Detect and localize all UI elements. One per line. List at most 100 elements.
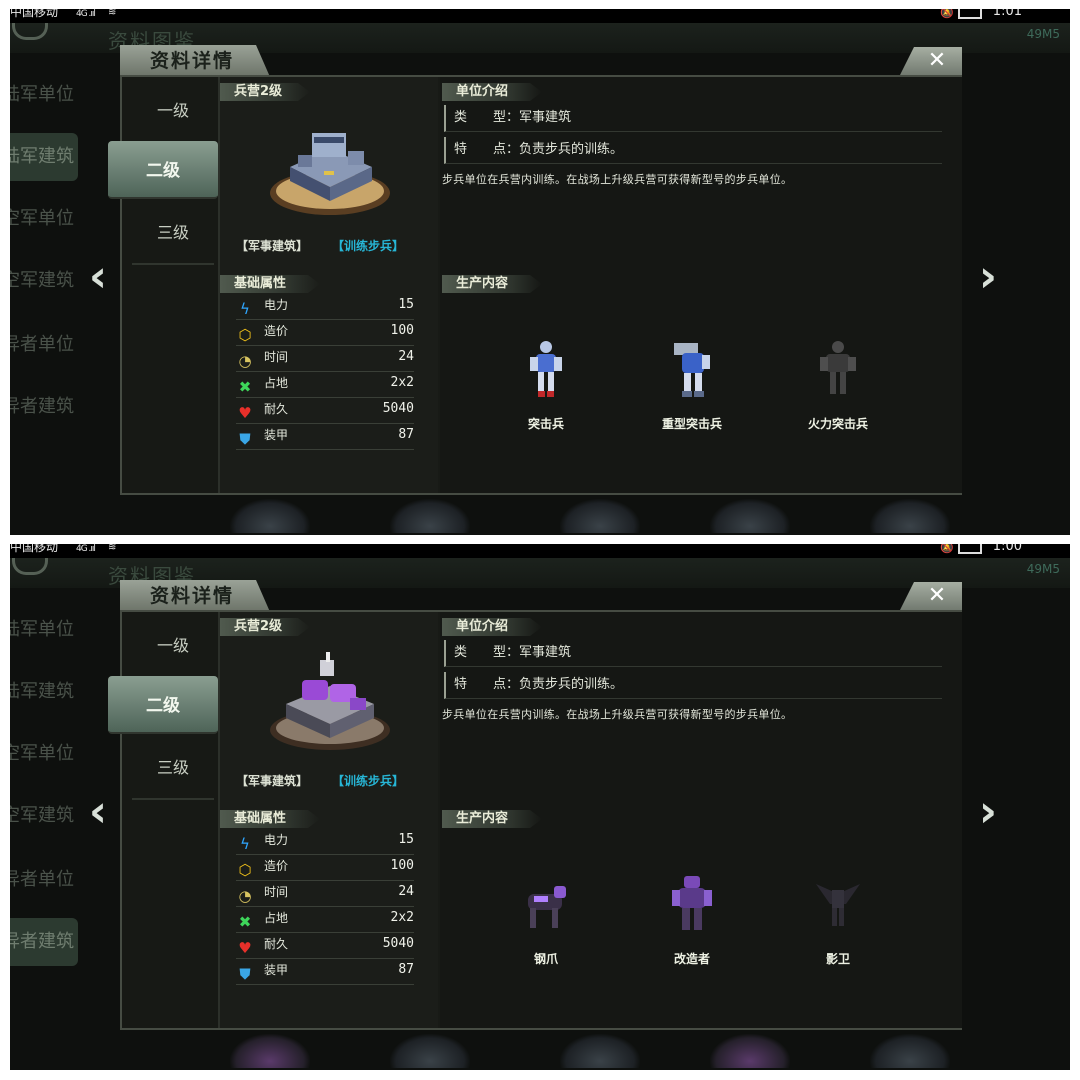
attr-value: 15 bbox=[398, 297, 414, 312]
carrier-label: 中国移动 bbox=[10, 9, 59, 19]
unit-name: 突击兵 bbox=[527, 417, 564, 431]
sidebar-item-army-buildings[interactable]: 陆军建筑 bbox=[10, 133, 78, 181]
attr-row-durability: ♥ 耐久 5040 bbox=[236, 934, 414, 959]
sidebar-item-air-units[interactable]: 空军单位 bbox=[10, 195, 78, 243]
sidebar-item-air-units[interactable]: 空军单位 bbox=[10, 730, 78, 778]
clock-icon: ◔ bbox=[238, 352, 252, 370]
unit-image bbox=[820, 341, 856, 394]
attr-label: 时间 bbox=[264, 350, 289, 364]
attr-label: 装甲 bbox=[264, 428, 289, 442]
unit-name: 重型突击兵 bbox=[661, 417, 722, 431]
battery-icon bbox=[958, 544, 982, 554]
attr-label: 耐久 bbox=[264, 937, 289, 951]
attr-value: 100 bbox=[390, 858, 414, 873]
background-building-thumbnail[interactable] bbox=[390, 499, 470, 533]
next-arrow-icon[interactable]: › bbox=[968, 790, 1008, 834]
close-button[interactable]: ✕ bbox=[900, 47, 962, 75]
produced-unit[interactable]: 钢爪 bbox=[486, 874, 606, 984]
shield-icon: ⛊ bbox=[239, 965, 251, 983]
unit-image bbox=[816, 884, 860, 926]
attr-label: 电力 bbox=[264, 298, 289, 312]
dialog-title: 资料详情 bbox=[120, 45, 270, 77]
attr-value: 24 bbox=[398, 349, 414, 364]
prev-arrow-icon[interactable]: ‹ bbox=[78, 790, 118, 834]
unit-description: 步兵单位在兵营内训练。在战场上升级兵营可获得新型号的步兵单位。 bbox=[442, 708, 793, 721]
mute-icon: 🔕 bbox=[940, 544, 954, 554]
unit-intro-column: 单位介绍 类 型：军事建筑 特 点：负责步兵的训练。 步兵单位在兵营内训练。在战… bbox=[440, 77, 962, 493]
attr-label: 占地 bbox=[264, 376, 289, 390]
attr-row-cost: ⬡ 造价 100 bbox=[236, 321, 414, 346]
produced-unit[interactable]: 影卫 bbox=[778, 874, 898, 984]
tab-tier-3[interactable]: 三级 bbox=[132, 203, 214, 265]
produced-unit[interactable]: 火力突击兵 bbox=[778, 339, 898, 449]
attr-label: 造价 bbox=[264, 859, 289, 873]
background-building-thumbnail[interactable] bbox=[230, 1034, 310, 1068]
feature-line: 特 点：负责步兵的训练。 bbox=[444, 672, 942, 699]
background-building-thumbnail[interactable] bbox=[560, 1034, 640, 1068]
background-building-thumbnail[interactable] bbox=[870, 1034, 950, 1068]
attr-value: 15 bbox=[398, 832, 414, 847]
unit-image bbox=[528, 886, 566, 928]
attr-row-power: ϟ 电力 15 bbox=[236, 295, 414, 320]
unit-image bbox=[672, 876, 712, 930]
wifi-icon: ≋ bbox=[108, 544, 117, 553]
attr-label: 电力 bbox=[264, 833, 289, 847]
footprint-icon: ✖ bbox=[238, 378, 252, 396]
sidebar-item-alien-units[interactable]: 异者单位 bbox=[10, 321, 78, 369]
signal-indicator: 4G .ııl bbox=[76, 544, 96, 554]
dialog-body: 一级 二级 三级 兵营2级 【军事建筑】 【训练步兵】 基础属性 ϟ 电力 15… bbox=[108, 610, 962, 1030]
background-building-thumbnail[interactable] bbox=[710, 1034, 790, 1068]
shield-icon: ⛊ bbox=[239, 430, 251, 448]
sidebar-item-army-units[interactable]: 陆军单位 bbox=[10, 606, 78, 654]
attr-row-time: ◔ 时间 24 bbox=[236, 882, 414, 907]
attributes-header: 基础属性 bbox=[220, 810, 320, 828]
produced-unit[interactable]: 重型突击兵 bbox=[632, 339, 752, 449]
screenshot-1: 中国移动 4G .ııl ≋ 🔕 1:01 资料图鉴 49M5 陆军单位 陆军建… bbox=[10, 9, 1070, 535]
sidebar-item-air-buildings[interactable]: 空军建筑 bbox=[10, 792, 78, 840]
sidebar-item-alien-buildings[interactable]: 异者建筑 bbox=[10, 918, 78, 966]
next-arrow-icon[interactable]: › bbox=[968, 255, 1008, 299]
produced-unit[interactable]: 改造者 bbox=[632, 874, 752, 984]
attr-label: 占地 bbox=[264, 911, 289, 925]
sidebar-item-air-buildings[interactable]: 空军建筑 bbox=[10, 257, 78, 305]
status-time: 1:00 bbox=[992, 544, 1022, 554]
background-building-thumbnail[interactable] bbox=[390, 1034, 470, 1068]
attr-row-power: ϟ 电力 15 bbox=[236, 830, 414, 855]
attr-label: 造价 bbox=[264, 324, 289, 338]
unit-name: 影卫 bbox=[825, 952, 850, 966]
background-building-thumbnail[interactable] bbox=[870, 499, 950, 533]
attr-label: 耐久 bbox=[264, 402, 289, 416]
tab-tier-2[interactable]: 二级 bbox=[108, 141, 218, 199]
wifi-icon: ≋ bbox=[108, 9, 117, 18]
building-info-column: 兵营2级 【军事建筑】 【训练步兵】 基础属性 ϟ 电力 15 ⬡ 造价 100… bbox=[220, 612, 438, 1028]
background-building-thumbnail[interactable] bbox=[560, 499, 640, 533]
sidebar-item-army-buildings[interactable]: 陆军建筑 bbox=[10, 668, 78, 716]
type-line: 类 型：军事建筑 bbox=[444, 640, 942, 667]
attr-row-time: ◔ 时间 24 bbox=[236, 347, 414, 372]
detail-dialog: 资料详情 ✕ 一级 二级 三级 兵营2级 【军事建筑】 【训练步兵】 基础属性 … bbox=[108, 45, 962, 497]
close-button[interactable]: ✕ bbox=[900, 582, 962, 610]
tab-tier-1[interactable]: 一级 bbox=[132, 616, 214, 678]
attr-row-armor: ⛊ 装甲 87 bbox=[236, 425, 414, 450]
tab-tier-3[interactable]: 三级 bbox=[132, 738, 214, 800]
produced-unit[interactable]: 突击兵 bbox=[486, 339, 606, 449]
sidebar-item-army-units[interactable]: 陆军单位 bbox=[10, 71, 78, 119]
unit-intro-column: 单位介绍 类 型：军事建筑 特 点：负责步兵的训练。 步兵单位在兵营内训练。在战… bbox=[440, 612, 962, 1028]
attr-value: 24 bbox=[398, 884, 414, 899]
detail-dialog: 资料详情 ✕ 一级 二级 三级 兵营2级 【军事建筑】 【训练步兵】 基础属性 … bbox=[108, 580, 962, 1032]
prev-arrow-icon[interactable]: ‹ bbox=[78, 255, 118, 299]
building-info-column: 兵营2级 【军事建筑】 【训练步兵】 基础属性 ϟ 电力 15 ⬡ 造价 100… bbox=[220, 77, 438, 493]
lightning-icon: ϟ bbox=[240, 835, 250, 853]
background-building-thumbnail[interactable] bbox=[710, 499, 790, 533]
sidebar-item-alien-units[interactable]: 异者单位 bbox=[10, 856, 78, 904]
background-building-thumbnail[interactable] bbox=[230, 499, 310, 533]
tab-tier-2[interactable]: 二级 bbox=[108, 676, 218, 734]
tab-tier-1[interactable]: 一级 bbox=[132, 81, 214, 143]
tier-tabs: 一级 二级 三级 bbox=[108, 612, 220, 1028]
attr-row-footprint: ✖ 占地 2x2 bbox=[236, 373, 414, 398]
sidebar-item-alien-buildings[interactable]: 异者建筑 bbox=[10, 383, 78, 431]
production-header: 生产内容 bbox=[442, 810, 542, 828]
unit-name: 火力突击兵 bbox=[807, 417, 868, 431]
attr-value: 2x2 bbox=[390, 910, 414, 925]
unit-description: 步兵单位在兵营内训练。在战场上升级兵营可获得新型号的步兵单位。 bbox=[442, 173, 793, 186]
